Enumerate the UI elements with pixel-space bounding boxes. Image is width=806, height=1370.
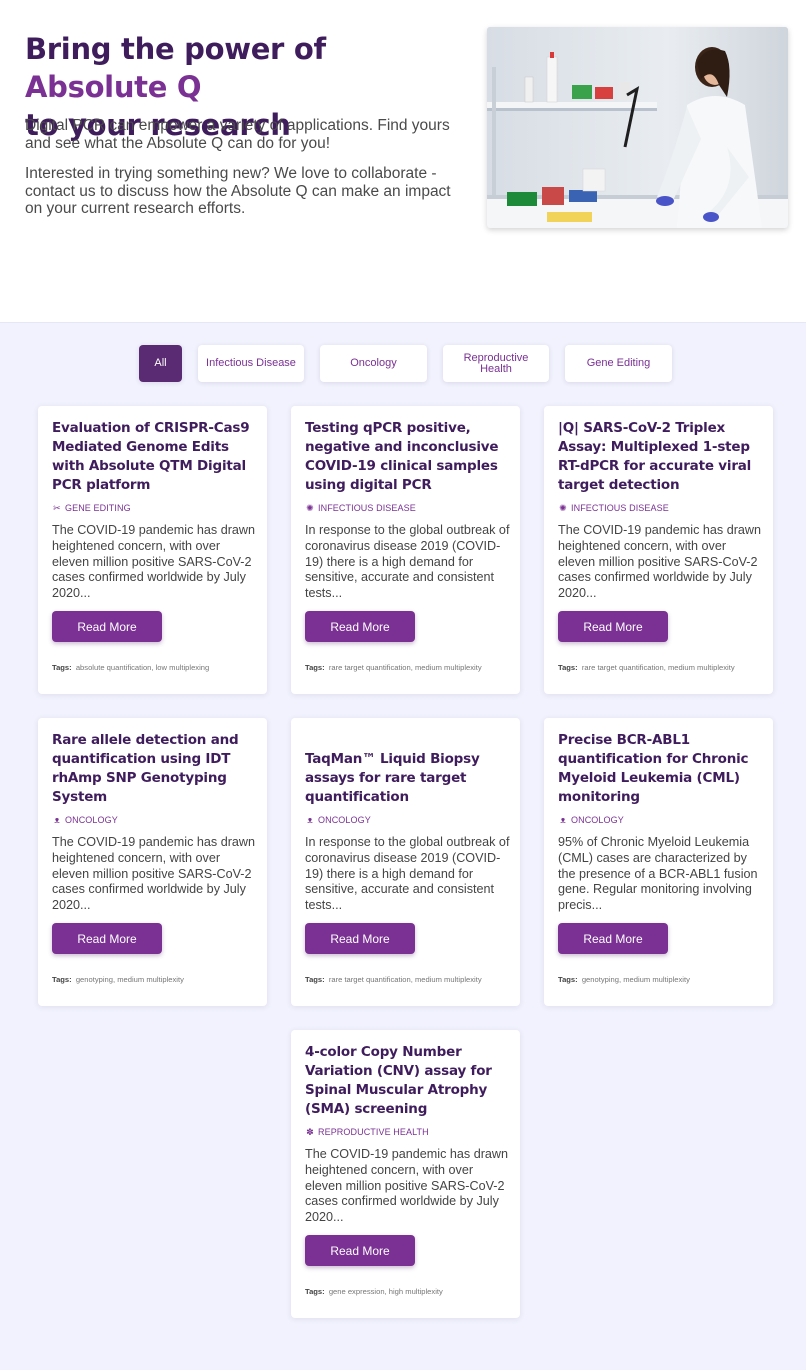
application-card: Precise BCR-ABL1 quantification for Chro… <box>544 718 773 1006</box>
ribbon-icon: ᴥ <box>54 815 60 825</box>
hero-title-accent: Absolute Q <box>25 70 202 104</box>
read-more-button[interactable]: Read More <box>52 923 162 954</box>
hero-intro-text: Digital PCR can empower a variety of app… <box>25 117 450 152</box>
application-card: Rare allele detection and quantification… <box>38 718 267 1006</box>
tags-value: rare target quantification, medium multi… <box>328 663 482 672</box>
card-title[interactable]: |Q| SARS-CoV-2 Triplex Assay: Multiplexe… <box>558 419 764 495</box>
filter-oncology[interactable]: Oncology <box>320 345 427 382</box>
card-category: ✺ INFECTIOUS DISEASE <box>558 502 669 514</box>
filter-infectious-disease[interactable]: Infectious Disease <box>198 345 304 382</box>
ribbon-icon: ᴥ <box>307 815 313 825</box>
card-tags: Tags: rare target quantification, medium… <box>558 663 763 673</box>
tags-value: genotyping, medium multiplexity <box>75 975 184 984</box>
hero-title-part1: Bring the power of <box>25 32 326 66</box>
card-category-label: INFECTIOUS DISEASE <box>571 503 669 513</box>
application-card: Testing qPCR positive, negative and inco… <box>291 406 520 694</box>
hero-section: Bring the power of Absolute Qto your res… <box>0 0 806 322</box>
card-description: The COVID-19 pandemic has drawn heighten… <box>52 523 255 601</box>
card-category: ᴥ ONCOLOGY <box>305 814 371 826</box>
tags-value: rare target quantification, medium multi… <box>328 975 482 984</box>
tags-value: gene expression, high multiplexity <box>328 1287 443 1296</box>
read-more-button[interactable]: Read More <box>52 611 162 642</box>
card-category-label: GENE EDITING <box>65 503 131 513</box>
read-more-button[interactable]: Read More <box>558 923 668 954</box>
tags-value: genotyping, medium multiplexity <box>581 975 690 984</box>
card-title[interactable]: Testing qPCR positive, negative and inco… <box>305 419 511 495</box>
virus-icon: ✺ <box>559 502 567 513</box>
filter-reproductive-health[interactable]: Reproductive Health <box>443 345 549 382</box>
filter-all[interactable]: All <box>139 345 182 382</box>
card-category-label: INFECTIOUS DISEASE <box>318 503 416 513</box>
card-description: The COVID-19 pandemic has drawn heighten… <box>52 835 255 913</box>
scissors-icon: ✂ <box>53 502 61 513</box>
card-category: ✂ GENE EDITING <box>52 502 131 514</box>
card-category: ✺ INFECTIOUS DISEASE <box>305 502 416 514</box>
application-card: Evaluation of CRISPR-Cas9 Mediated Genom… <box>38 406 267 694</box>
card-description: 95% of Chronic Myeloid Leukemia (CML) ca… <box>558 835 758 913</box>
ribbon-icon: ᴥ <box>560 815 566 825</box>
filter-bar: All Infectious Disease Oncology Reproduc… <box>0 345 806 383</box>
card-description: In response to the global outbreak of co… <box>305 835 510 913</box>
card-title[interactable]: 4-color Copy Number Variation (CNV) assa… <box>305 1043 511 1119</box>
card-title[interactable]: TaqMan™ Liquid Biopsy assays for rare ta… <box>305 750 511 807</box>
reproductive-icon: ✽ <box>306 1126 314 1137</box>
tags-value: rare target quantification, medium multi… <box>581 663 735 672</box>
card-tags: Tags: rare target quantification, medium… <box>305 663 510 673</box>
card-tags: Tags: absolute quantification, low multi… <box>52 663 257 673</box>
card-description: The COVID-19 pandemic has drawn heighten… <box>305 1147 508 1225</box>
card-category-label: ONCOLOGY <box>571 815 624 825</box>
card-tags: Tags: rare target quantification, medium… <box>305 975 510 985</box>
lab-scientist-photo <box>487 27 788 228</box>
card-category-label: ONCOLOGY <box>318 815 371 825</box>
tags-value: absolute quantification, low multiplexin… <box>75 663 210 672</box>
tags-label: Tags: <box>305 1287 325 1296</box>
card-category: ᴥ ONCOLOGY <box>558 814 624 826</box>
read-more-button[interactable]: Read More <box>305 611 415 642</box>
card-category-label: REPRODUCTIVE HEALTH <box>318 1127 429 1137</box>
card-description: In response to the global outbreak of co… <box>305 523 510 601</box>
read-more-button[interactable]: Read More <box>305 1235 415 1266</box>
application-card: 4-color Copy Number Variation (CNV) assa… <box>291 1030 520 1318</box>
card-tags: Tags: genotyping, medium multiplexity <box>558 975 763 985</box>
hero-collaborate-text: Interested in trying something new? We l… <box>25 165 451 217</box>
applications-section: All Infectious Disease Oncology Reproduc… <box>0 322 806 1370</box>
tags-label: Tags: <box>305 663 325 672</box>
tags-label: Tags: <box>52 663 72 672</box>
application-card: TaqMan™ Liquid Biopsy assays for rare ta… <box>291 718 520 1006</box>
card-title[interactable]: Rare allele detection and quantification… <box>52 731 258 807</box>
card-category: ✽ REPRODUCTIVE HEALTH <box>305 1126 429 1138</box>
card-title[interactable]: Evaluation of CRISPR-Cas9 Mediated Genom… <box>52 419 258 495</box>
tags-label: Tags: <box>52 975 72 984</box>
virus-icon: ✺ <box>306 502 314 513</box>
application-card: |Q| SARS-CoV-2 Triplex Assay: Multiplexe… <box>544 406 773 694</box>
tags-label: Tags: <box>558 975 578 984</box>
card-tags: Tags: genotyping, medium multiplexity <box>52 975 257 985</box>
read-more-button[interactable]: Read More <box>305 923 415 954</box>
tags-label: Tags: <box>558 663 578 672</box>
read-more-button[interactable]: Read More <box>558 611 668 642</box>
card-category-label: ONCOLOGY <box>65 815 118 825</box>
card-category: ᴥ ONCOLOGY <box>52 814 118 826</box>
tags-label: Tags: <box>305 975 325 984</box>
card-tags: Tags: gene expression, high multiplexity <box>305 1287 510 1297</box>
filter-gene-editing[interactable]: Gene Editing <box>565 345 672 382</box>
card-description: The COVID-19 pandemic has drawn heighten… <box>558 523 761 601</box>
card-title[interactable]: Precise BCR-ABL1 quantification for Chro… <box>558 731 764 807</box>
